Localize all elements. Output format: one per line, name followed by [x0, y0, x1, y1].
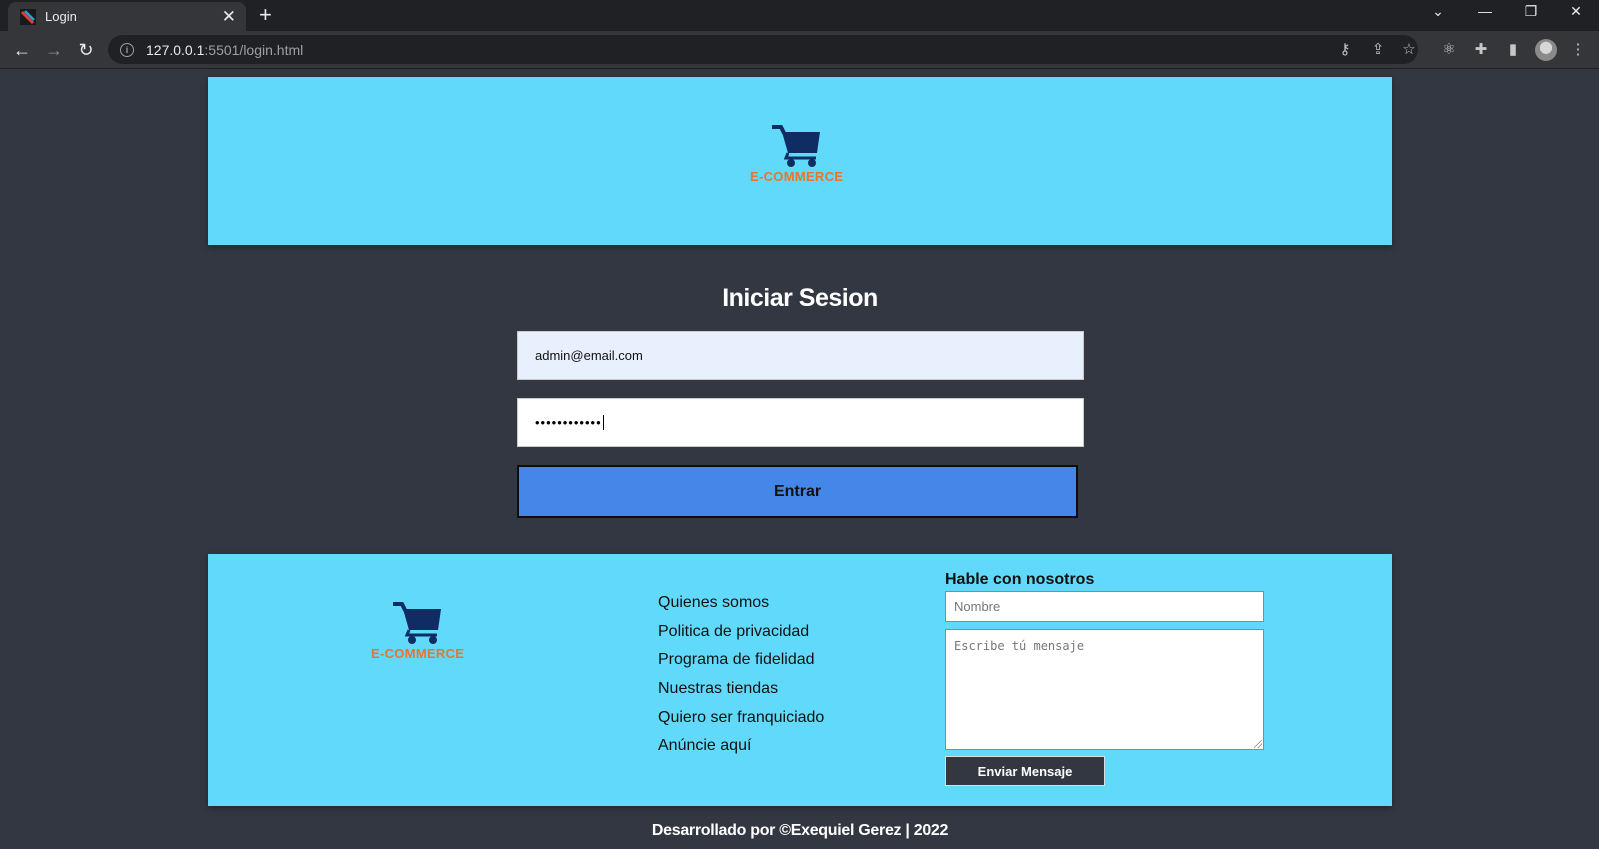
tab-close-icon[interactable]: ✕: [222, 8, 236, 25]
footer-logo[interactable]: E-COMMERCE: [371, 602, 464, 661]
site-favicon-icon: [20, 8, 36, 25]
url-path: :5501/login.html: [204, 41, 304, 58]
password-input[interactable]: ••••••••••••: [517, 398, 1084, 447]
header-banner: E-COMMERCE: [208, 77, 1392, 245]
text-caret: [602, 415, 604, 430]
password-mask: ••••••••••••: [535, 415, 602, 430]
bookmark-star-icon[interactable]: ☆: [1399, 40, 1419, 58]
footer: E-COMMERCE Quienes somos Politica de pri…: [208, 554, 1392, 806]
url-text: 127.0.0.1:5501/login.html: [146, 42, 303, 58]
new-tab-icon[interactable]: +: [259, 4, 272, 26]
tab-title: Login: [45, 9, 77, 24]
contact-heading: Hable con nosotros: [945, 571, 1095, 588]
key-icon[interactable]: ⚷: [1335, 40, 1355, 58]
name-placeholder: Nombre: [954, 599, 1001, 614]
side-panel-icon[interactable]: ▮: [1503, 40, 1523, 58]
send-message-button[interactable]: Enviar Mensaje: [945, 756, 1105, 786]
shopping-cart-icon: [771, 125, 820, 167]
extensions-puzzle-icon[interactable]: ✚: [1471, 40, 1491, 58]
back-arrow-icon[interactable]: ←: [10, 38, 34, 62]
profile-avatar[interactable]: [1535, 39, 1557, 61]
footer-links: Quienes somos Politica de privacidad Pro…: [658, 589, 824, 761]
email-input[interactable]: admin@email.com: [517, 331, 1084, 380]
tab-search-chevron-icon[interactable]: ⌄: [1428, 3, 1448, 20]
footer-link-quienes-somos[interactable]: Quienes somos: [658, 589, 824, 618]
email-value: admin@email.com: [535, 348, 643, 363]
footer-link-franquiciado[interactable]: Quiero ser franquiciado: [658, 704, 824, 733]
site-info-icon[interactable]: i: [120, 42, 134, 57]
restore-icon[interactable]: ❐: [1521, 3, 1541, 20]
brand-name: E-COMMERCE: [371, 646, 465, 661]
header-logo[interactable]: E-COMMERCE: [750, 125, 843, 184]
minimize-icon[interactable]: —: [1475, 3, 1495, 19]
login-title: Iniciar Sesion: [722, 284, 878, 312]
react-devtools-icon[interactable]: ⚛: [1439, 40, 1459, 58]
contact-name-input[interactable]: Nombre: [945, 591, 1264, 622]
share-icon[interactable]: ⇪: [1368, 40, 1388, 58]
url-host: 127.0.0.1: [146, 41, 205, 58]
browser-tab-strip: Login ✕ + ⌄ — ❐ ✕: [0, 0, 1599, 31]
forward-arrow-icon[interactable]: →: [42, 38, 66, 62]
browser-tab[interactable]: Login ✕: [8, 2, 246, 31]
address-bar[interactable]: i 127.0.0.1:5501/login.html: [108, 35, 1418, 64]
window-close-icon[interactable]: ✕: [1566, 3, 1586, 20]
brand-name: E-COMMERCE: [750, 169, 844, 184]
credits-text: Desarrollado por ©Exequiel Gerez | 2022: [651, 822, 949, 839]
resize-grip-icon[interactable]: [1254, 740, 1262, 748]
login-submit-button[interactable]: Entrar: [517, 465, 1078, 518]
footer-link-tiendas[interactable]: Nuestras tiendas: [658, 675, 824, 704]
footer-link-anuncie[interactable]: Anúncie aquí: [658, 732, 824, 761]
menu-kebab-icon[interactable]: ⋮: [1568, 40, 1588, 58]
browser-toolbar: ← → ↻ i 127.0.0.1:5501/login.html ⚷ ⇪ ☆ …: [0, 31, 1599, 69]
shopping-cart-icon: [392, 602, 441, 644]
reload-icon[interactable]: ↻: [74, 38, 98, 62]
contact-message-textarea[interactable]: Escribe tú mensaje: [945, 629, 1264, 750]
footer-link-privacidad[interactable]: Politica de privacidad: [658, 618, 824, 647]
message-placeholder: Escribe tú mensaje: [954, 639, 1085, 653]
footer-link-fidelidad[interactable]: Programa de fidelidad: [658, 646, 824, 675]
